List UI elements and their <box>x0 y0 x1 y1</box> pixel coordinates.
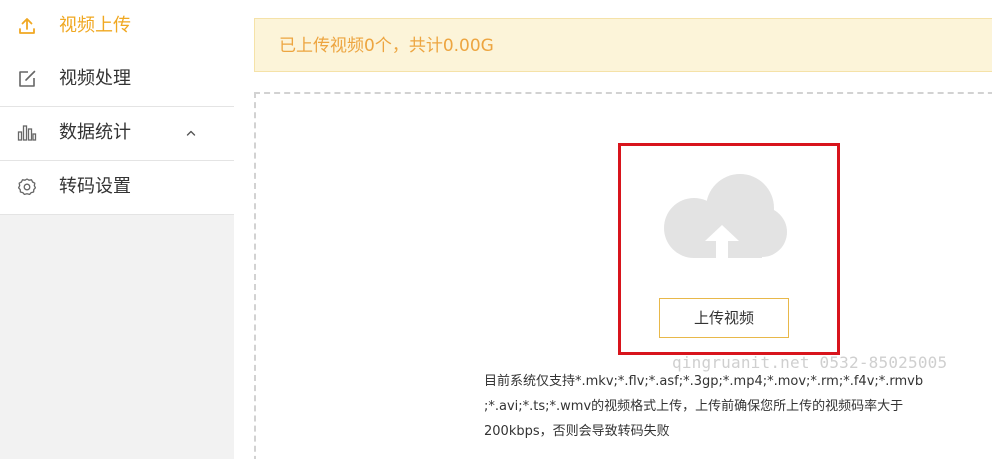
sidebar: 视频上传 视频处理 数据统计 转码设置 <box>0 0 234 459</box>
watermark: qingruanit.net 0532-85025005 <box>672 353 948 372</box>
sidebar-item-transcode-settings[interactable]: 转码设置 <box>0 161 234 215</box>
app-window: 视频上传 视频处理 数据统计 转码设置 已上传视频0个，共计0.00G 上传视频… <box>0 0 992 459</box>
sidebar-item-statistics[interactable]: 数据统计 <box>0 107 234 161</box>
gear-icon <box>17 178 37 196</box>
supported-formats-hint-line-2: ;*.avi;*.ts;*.wmv的视频格式上传，上传前确保您所上传的视频码率大… <box>484 399 904 414</box>
upload-icon <box>19 18 35 34</box>
sidebar-item-label: 转码设置 <box>59 176 131 197</box>
bar-chart-icon <box>17 125 37 141</box>
sidebar-item-label: 数据统计 <box>59 122 131 143</box>
upload-summary-notice: 已上传视频0个，共计0.00G <box>254 18 992 72</box>
sidebar-item-label: 视频处理 <box>59 68 131 89</box>
highlight-box <box>618 143 840 355</box>
supported-formats-hint-line-3: 200kbps，否则会导致转码失败 <box>484 424 670 439</box>
sidebar-item-video-processing[interactable]: 视频处理 <box>0 53 234 107</box>
edit-icon <box>19 70 36 87</box>
sidebar-item-label: 视频上传 <box>59 15 131 36</box>
upload-summary-text: 已上传视频0个，共计0.00G <box>279 36 494 56</box>
supported-formats-hint-line-1: 目前系统仅支持*.mkv;*.flv;*.asf;*.3gp;*.mp4;*.m… <box>484 374 924 389</box>
sidebar-item-video-upload[interactable]: 视频上传 <box>0 0 234 54</box>
chevron-up-icon[interactable] <box>186 129 196 137</box>
